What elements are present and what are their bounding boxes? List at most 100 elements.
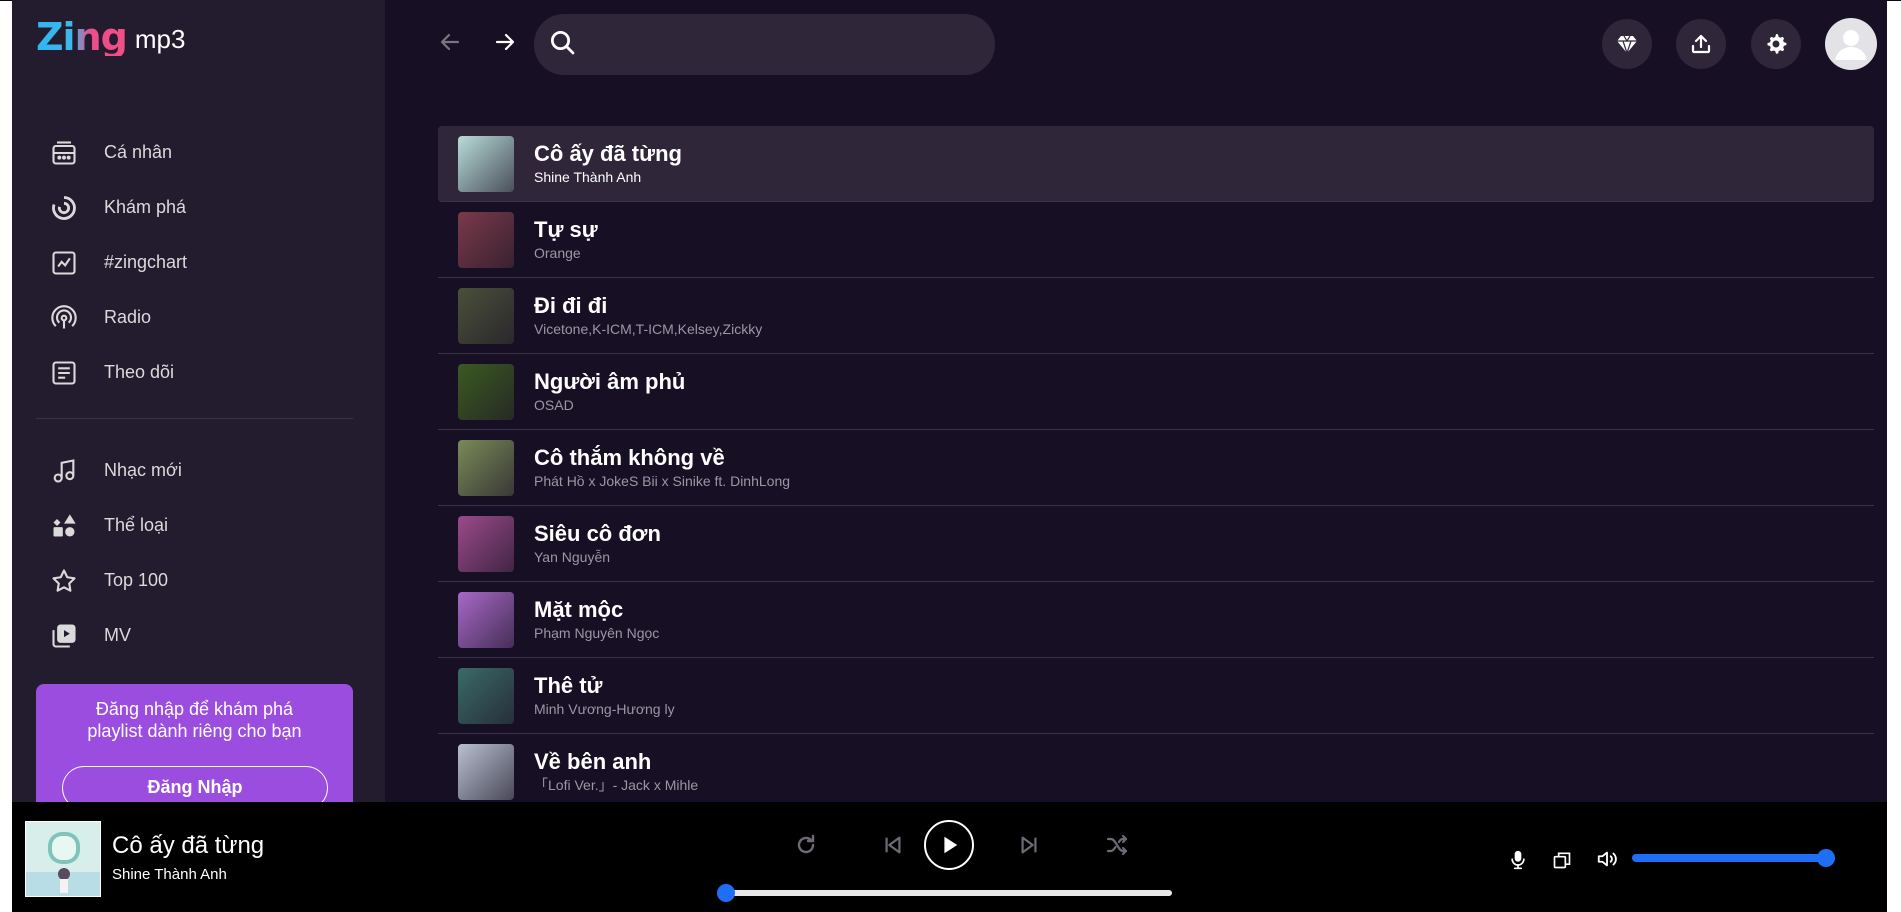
sidebar-item-the-loai[interactable]: Thể loại [12, 498, 385, 553]
volume-icon [1597, 851, 1617, 867]
search-icon [551, 31, 575, 55]
song-info: Cô thắm không về Phát Hồ x JokeS Bii x Si… [534, 445, 790, 490]
next-icon [1021, 836, 1037, 854]
song-row[interactable]: Cô ấy đã từng Shine Thành Anh [438, 126, 1874, 202]
sidebar-item-label: #zingchart [104, 252, 188, 272]
mini-player-button[interactable] [1548, 846, 1576, 874]
song-artist[interactable]: Minh Vương-Hương ly [534, 700, 675, 718]
music-note-icon [53, 458, 75, 483]
song-artwork[interactable] [458, 743, 514, 800]
discover-icon [52, 195, 76, 220]
song-info: Đi đi đi Vicetone,K-ICM,T-ICM,Kelsey,Zick… [534, 293, 762, 338]
song-artwork[interactable] [458, 667, 514, 724]
song-info: Tự sự Orange [534, 217, 598, 262]
search-bar [534, 14, 995, 75]
forward-arrow-icon [495, 33, 515, 51]
song-artwork[interactable] [458, 211, 514, 268]
sidebar-item-label: Top 100 [104, 570, 169, 590]
settings-button[interactable] [1751, 19, 1801, 69]
song-info: Cô ấy đã từng Shine Thành Anh [534, 141, 682, 186]
sidebar-item-top-100[interactable]: Top 100 [12, 553, 385, 608]
sidebar-item-ca-nhan[interactable]: Cá nhân [12, 125, 385, 180]
next-button[interactable] [1014, 830, 1044, 860]
play-button[interactable] [924, 820, 974, 870]
progress-bar[interactable] [717, 884, 1172, 902]
song-row[interactable]: Siêu cô đơn Yan Nguyễn [438, 506, 1874, 582]
song-artist[interactable]: Yan Nguyễn [534, 548, 661, 566]
player-bar: Cô ấy đã từng Shine Thành Anh [12, 802, 1887, 912]
sidebar-item-label: Nhạc mới [104, 460, 182, 480]
song-artist[interactable]: Orange [534, 244, 598, 262]
song-row[interactable]: Người âm phủ OSAD [438, 354, 1874, 430]
song-row[interactable]: Tự sự Orange [438, 202, 1874, 278]
shuffle-button[interactable] [1102, 830, 1132, 860]
song-artist[interactable]: Phát Hồ x JokeS Bii x Sinike ft. DinhLon… [534, 472, 790, 490]
song-row[interactable]: Mặt mộc Phạm Nguyên Ngọc [438, 582, 1874, 658]
song-artwork[interactable] [458, 439, 514, 496]
app-logo[interactable]: Zing mp3 [36, 18, 185, 56]
previous-button[interactable] [878, 830, 908, 860]
sidebar-item-nhac-moi[interactable]: Nhạc mới [12, 443, 385, 498]
song-artist[interactable]: 「Lofi Ver.」- Jack x Mihle [534, 776, 698, 794]
song-artist[interactable]: Phạm Nguyên Ngọc [534, 624, 659, 642]
song-artist[interactable]: OSAD [534, 396, 685, 414]
volume-knob[interactable] [1817, 849, 1835, 867]
back-button[interactable] [430, 22, 470, 62]
upload-icon [1691, 34, 1711, 54]
song-artist[interactable]: Shine Thành Anh [534, 168, 682, 186]
sidebar-item-radio[interactable]: Radio [12, 290, 385, 345]
repeat-icon [797, 834, 815, 854]
user-avatar[interactable] [1825, 18, 1877, 70]
user-avatar-icon [1835, 30, 1867, 60]
karaoke-button[interactable] [1504, 846, 1532, 874]
song-title: Siêu cô đơn [534, 521, 661, 546]
song-info: Mặt mộc Phạm Nguyên Ngọc [534, 597, 659, 642]
karaoke-mic-icon [1511, 850, 1525, 870]
sidebar-item-mv[interactable]: MV [12, 608, 385, 663]
song-row[interactable]: Đi đi đi Vicetone,K-ICM,T-ICM,Kelsey,Zick… [438, 278, 1874, 354]
album-art-image [26, 822, 100, 896]
feed-icon [52, 360, 76, 385]
now-playing-title: Cô ấy đã từng [112, 832, 265, 859]
sidebar-nav-secondary: Nhạc mới Thể loại Top 100 MV [12, 443, 385, 663]
song-row[interactable]: Thê tử Minh Vương-Hương ly [438, 658, 1874, 734]
song-title: Thê tử [534, 673, 603, 698]
logo-zing-text: Zing [36, 15, 128, 59]
song-title: Mặt mộc [534, 597, 624, 622]
song-title: Cô ấy đã từng [534, 141, 682, 166]
sidebar-item-kham-pha[interactable]: Khám phá [12, 180, 385, 235]
song-artwork[interactable] [458, 591, 514, 648]
song-artwork[interactable] [458, 363, 514, 420]
progress-knob[interactable] [717, 884, 735, 902]
sidebar-item-theo-doi[interactable]: Theo dõi [12, 345, 385, 400]
repeat-button[interactable] [791, 830, 821, 860]
song-title: Cô thắm không về [534, 445, 725, 470]
volume-button[interactable] [1592, 844, 1622, 874]
volume-slider[interactable] [1632, 849, 1835, 867]
premium-button[interactable] [1602, 19, 1652, 69]
forward-button[interactable] [485, 22, 525, 62]
song-artwork[interactable] [458, 135, 514, 192]
diamond-icon [1617, 35, 1637, 55]
now-playing-artwork[interactable] [25, 821, 101, 897]
login-prompt-card: Đăng nhập để khám phá playlist dành riên… [36, 684, 353, 810]
sidebar-item-label: Cá nhân [104, 142, 173, 162]
search-input[interactable] [592, 24, 972, 64]
sidebar: Zing mp3 Cá nhân Khám phá #zingchart Rad… [12, 0, 385, 810]
song-row[interactable]: Cô thắm không về Phát Hồ x JokeS Bii x Si… [438, 430, 1874, 506]
song-artwork[interactable] [458, 515, 514, 572]
sidebar-item-zingchart[interactable]: #zingchart [12, 235, 385, 290]
library-icon [52, 140, 76, 165]
upload-button[interactable] [1676, 19, 1726, 69]
now-playing-artist: Shine Thành Anh [112, 866, 227, 883]
song-title: Người âm phủ [534, 369, 686, 394]
song-row[interactable]: Về bên anh 「Lofi Ver.」- Jack x Mihle [438, 734, 1874, 810]
song-info: Người âm phủ OSAD [534, 369, 685, 414]
song-info: Thê tử Minh Vương-Hương ly [534, 673, 675, 718]
star-icon [52, 568, 76, 592]
sidebar-item-label: MV [104, 625, 131, 645]
song-artist[interactable]: Vicetone,K-ICM,T-ICM,Kelsey,Zickky [534, 320, 762, 338]
sidebar-item-label: Theo dõi [104, 362, 175, 382]
sidebar-item-label: Radio [104, 307, 152, 327]
song-artwork[interactable] [458, 287, 514, 344]
